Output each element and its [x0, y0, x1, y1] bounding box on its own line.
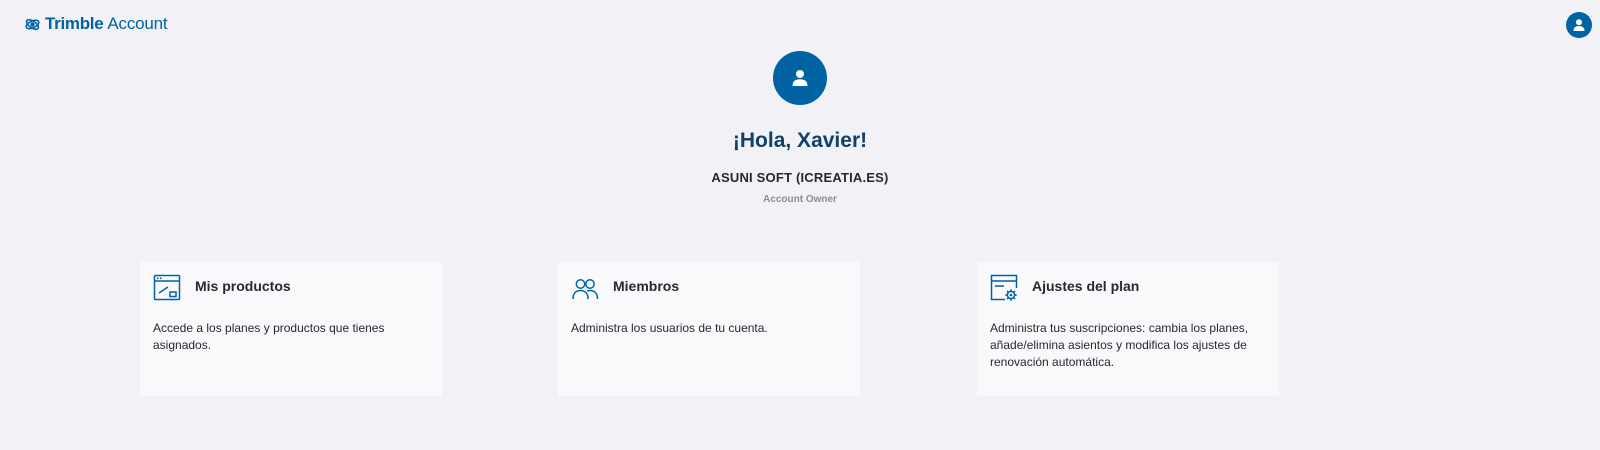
card-title: Ajustes del plan	[1032, 278, 1140, 294]
account-role: Account Owner	[763, 194, 837, 205]
plan-settings-icon	[990, 274, 1018, 301]
user-menu-button[interactable]	[1566, 12, 1592, 38]
greeting-heading: ¡Hola, Xavier!	[732, 129, 868, 152]
card-title: Mis productos	[195, 278, 291, 294]
card-description: Administra los usuarios de tu cuenta.	[571, 321, 768, 335]
products-window-icon	[153, 274, 181, 301]
trimble-globe-icon	[25, 18, 40, 30]
card-title: Miembros	[613, 278, 680, 294]
card-ajustes-del-plan[interactable]: Ajustes del plan Administra tus suscripc…	[977, 262, 1279, 396]
user-icon	[792, 70, 808, 86]
card-miembros[interactable]: Miembros Administra los usuarios de tu c…	[558, 262, 860, 396]
logo-brand-text: Trimble	[45, 14, 104, 33]
user-avatar-icon	[1573, 19, 1585, 31]
members-icon	[572, 279, 599, 300]
card-mis-productos[interactable]: Mis productos Accede a los planes y prod…	[140, 262, 442, 396]
profile-avatar	[773, 51, 827, 105]
trimble-account-logo[interactable]: Trimble Account	[24, 14, 168, 34]
card-description: Administra tus suscripciones: cambia los…	[990, 321, 1249, 369]
welcome-section: ¡Hola, Xavier! ASUNI SOFT (ICREATIA.ES) …	[0, 51, 1600, 206]
card-description: Accede a los planes y productos que tien…	[153, 321, 385, 352]
company-name: ASUNI SOFT (ICREATIA.ES)	[711, 170, 889, 185]
logo-product-text: Account	[107, 14, 168, 33]
